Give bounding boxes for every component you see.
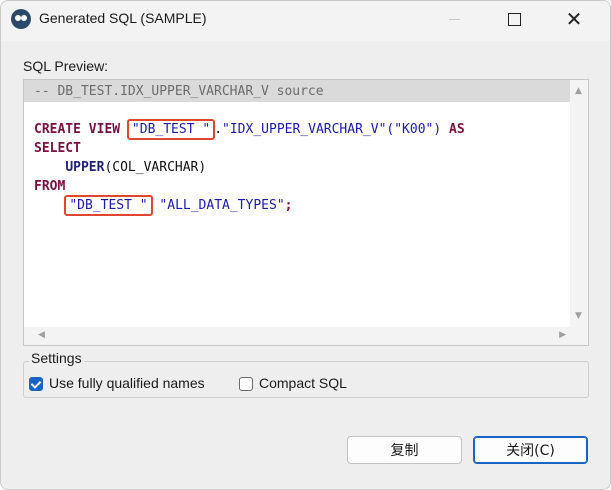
vertical-scrollbar[interactable]: ▲ ▼ xyxy=(570,80,588,327)
window-title: Generated SQL (SAMPLE) xyxy=(39,10,207,26)
code-comment: -- DB_TEST.IDX_UPPER_VARCHAR_V source xyxy=(34,84,324,99)
compact-sql-checkbox[interactable] xyxy=(239,377,253,391)
table-name: "ALL_DATA_TYPES" xyxy=(151,198,285,213)
maximize-button[interactable] xyxy=(491,1,537,37)
function-upper: UPPER xyxy=(65,160,105,175)
close-button[interactable]: 关闭(C) xyxy=(473,436,588,464)
generated-sql-dialog: Generated SQL (SAMPLE) ✕ SQL Preview: --… xyxy=(0,0,611,490)
horizontal-scrollbar[interactable]: ◀ ▶ xyxy=(24,327,570,345)
sql-code: -- DB_TEST.IDX_UPPER_VARCHAR_V source CR… xyxy=(34,82,465,216)
compact-sql-label[interactable]: Compact SQL xyxy=(259,375,347,391)
close-window-button[interactable]: ✕ xyxy=(551,1,597,37)
app-logo-icon xyxy=(11,9,31,29)
settings-label: Settings xyxy=(29,350,84,366)
keyword-create-view: CREATE VIEW xyxy=(34,122,128,137)
scrollbar-corner xyxy=(570,327,588,345)
sql-preview-editor[interactable]: -- DB_TEST.IDX_UPPER_VARCHAR_V source CR… xyxy=(23,79,589,346)
scroll-right-icon[interactable]: ▶ xyxy=(559,330,566,340)
close-icon: ✕ xyxy=(565,7,583,31)
highlighted-schema-name: "DB_TEST " xyxy=(126,119,216,140)
scroll-up-icon[interactable]: ▲ xyxy=(575,86,582,96)
minimize-button[interactable] xyxy=(431,1,477,37)
fully-qualified-label[interactable]: Use fully qualified names xyxy=(49,375,205,391)
minimize-icon xyxy=(448,18,460,20)
scroll-left-icon[interactable]: ◀ xyxy=(38,330,45,340)
title-bar: Generated SQL (SAMPLE) ✕ xyxy=(1,1,610,41)
fully-qualified-checkbox[interactable] xyxy=(29,377,43,391)
scroll-down-icon[interactable]: ▼ xyxy=(575,311,582,321)
maximize-icon xyxy=(507,12,521,26)
copy-button[interactable]: 复制 xyxy=(347,436,462,464)
view-name: "IDX_UPPER_VARCHAR_V"("K00") xyxy=(222,122,442,137)
column-expression: (COL_VARCHAR) xyxy=(104,160,207,175)
sql-preview-label: SQL Preview: xyxy=(23,58,109,74)
highlighted-schema-name-from: "DB_TEST " xyxy=(64,195,153,216)
keyword-from: FROM xyxy=(34,179,66,194)
keyword-as: AS xyxy=(441,122,465,137)
keyword-select: SELECT xyxy=(34,141,81,156)
